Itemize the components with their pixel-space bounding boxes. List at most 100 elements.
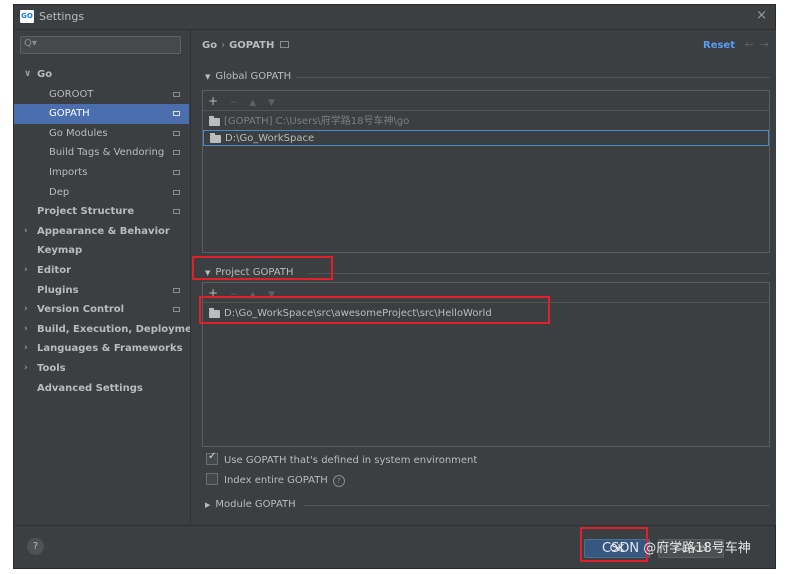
global-gopath-entry[interactable]: [GOPATH] C:\Users\府学路18号车神\go (203, 114, 769, 130)
close-icon[interactable]: × (756, 8, 767, 23)
project-scope-icon (173, 150, 180, 156)
sidebar-item-keymap[interactable]: Keymap (14, 241, 189, 261)
sidebar-item-label: Keymap (37, 245, 83, 257)
sidebar-item-languages-frameworks[interactable]: › Languages & Frameworks (14, 339, 189, 359)
sidebar-item-goroot[interactable]: GOROOT (14, 85, 189, 105)
sidebar-item-label: Go (37, 69, 53, 80)
sidebar-item-label: Project Structure (37, 206, 135, 218)
sidebar-item-tools[interactable]: › Tools (14, 359, 189, 379)
back-arrow-icon[interactable]: ← (745, 38, 754, 51)
reset-link[interactable]: Reset (703, 40, 735, 51)
sidebar-item-label: Advanced Settings (37, 382, 143, 394)
move-up-global-path-button[interactable]: ▲ (249, 98, 256, 108)
breadcrumb-gopath: GOPATH (229, 40, 275, 51)
settings-window: GO Settings × Q▾ ∨ Go GOROOT GOPATH Go Modul… (13, 4, 776, 569)
section-divider (303, 505, 770, 506)
project-scope-icon (280, 41, 290, 48)
breadcrumb-separator: › (221, 40, 226, 51)
sidebar-item-label: Dep (49, 186, 70, 198)
sidebar-item-label: GOPATH (49, 108, 90, 120)
project-scope-icon (173, 287, 180, 293)
chevron-right-icon[interactable]: › (24, 339, 28, 359)
sidebar-item-label: Build Tags & Vendoring (49, 147, 165, 159)
folder-icon (210, 133, 221, 143)
breadcrumb: Go › GOPATH (202, 40, 290, 51)
sidebar-item-plugins[interactable]: Plugins (14, 281, 189, 301)
sidebar-item-imports[interactable]: Imports (14, 163, 189, 183)
sidebar-item-go[interactable]: ∨ Go (14, 65, 189, 85)
remove-global-path-button[interactable]: − (230, 98, 238, 108)
project-scope-icon (173, 111, 180, 117)
global-gopath-list: [GOPATH] C:\Users\府学路18号车神\go D:\Go_Work… (203, 110, 769, 252)
global-gopath-toolbar: + − ▲ ▼ (208, 94, 283, 108)
checkbox-unchecked-icon[interactable] (206, 473, 218, 485)
sidebar-item-label: Tools (37, 362, 66, 374)
project-scope-icon (173, 209, 180, 215)
sidebar-item-label: GOROOT (49, 88, 94, 100)
highlight-project-gopath-entry (199, 296, 550, 324)
sidebar-item-label: Version Control (37, 304, 125, 316)
sidebar-item-go-modules[interactable]: Go Modules (14, 124, 189, 144)
section-divider (296, 77, 770, 78)
sidebar-item-advanced-settings[interactable]: Advanced Settings (14, 379, 189, 399)
sidebar-item-build-tags-vendoring[interactable]: Build Tags & Vendoring (14, 143, 189, 163)
index-entire-gopath-label: Index entire GOPATH (224, 475, 328, 486)
global-gopath-list-panel: + − ▲ ▼ [GOPATH] C:\Users\府学路18号车神\go D:… (202, 90, 770, 253)
chevron-right-icon[interactable]: › (24, 261, 28, 281)
chevron-right-icon[interactable]: › (24, 222, 28, 242)
sidebar-item-gopath[interactable]: GOPATH (14, 104, 189, 124)
sidebar-item-project-structure[interactable]: Project Structure (14, 202, 189, 222)
expand-triangle-icon: ▼ (205, 73, 211, 81)
goland-app-icon: GO (20, 10, 34, 23)
sidebar-item-label: Build, Execution, Deployment (37, 323, 204, 335)
global-gopath-entry-text: [GOPATH] C:\Users\府学路18号车神\go (224, 116, 410, 127)
sidebar-item-label: Editor (37, 264, 71, 276)
forward-arrow-icon[interactable]: → (760, 38, 769, 51)
settings-search-box[interactable]: Q▾ (20, 36, 181, 54)
window-title: Settings (39, 10, 85, 23)
sidebar-item-label: Appearance & Behavior (37, 225, 170, 237)
project-scope-icon (173, 307, 180, 313)
sidebar-item-dep[interactable]: Dep (14, 183, 189, 203)
sidebar-item-build-execution-deployment[interactable]: › Build, Execution, Deployment (14, 320, 204, 340)
project-scope-icon (173, 169, 180, 175)
move-down-global-path-button[interactable]: ▼ (268, 98, 275, 108)
highlight-project-gopath-header (192, 256, 333, 280)
sidebar-item-version-control[interactable]: › Version Control (14, 300, 189, 320)
help-icon[interactable]: ? (332, 475, 345, 487)
module-gopath-header[interactable]: ▶ Module GOPATH (205, 499, 296, 510)
title-bar: GO Settings × (14, 5, 775, 30)
settings-sidebar: Q▾ ∨ Go GOROOT GOPATH Go Modules Build Tags &… (14, 30, 204, 525)
settings-search-input[interactable] (39, 38, 181, 54)
sidebar-item-label: Imports (49, 166, 88, 178)
global-gopath-entry-text: D:\Go_WorkSpace (225, 133, 315, 144)
search-icon: Q▾ (24, 38, 37, 49)
collapsed-triangle-icon: ▶ (205, 501, 211, 509)
help-button[interactable]: ? (27, 538, 44, 555)
add-global-path-button[interactable]: + (208, 94, 218, 108)
chevron-down-icon[interactable]: ∨ (24, 65, 31, 85)
global-gopath-entry[interactable]: D:\Go_WorkSpace (203, 130, 769, 146)
sidebar-item-appearance-behavior[interactable]: › Appearance & Behavior (14, 222, 189, 242)
project-scope-icon (173, 91, 180, 97)
settings-tree: ∨ Go GOROOT GOPATH Go Modules Build Tags & Ve… (14, 65, 204, 399)
chevron-right-icon[interactable]: › (24, 300, 28, 320)
breadcrumb-go[interactable]: Go (202, 40, 217, 51)
index-entire-gopath-checkbox[interactable]: Index entire GOPATH? (206, 473, 345, 487)
use-system-gopath-checkbox[interactable]: Use GOPATH that's defined in system envi… (206, 451, 478, 466)
sidebar-item-label: Plugins (37, 284, 79, 296)
chevron-right-icon[interactable]: › (24, 359, 28, 379)
sidebar-item-label: Languages & Frameworks (37, 343, 183, 355)
section-divider (308, 273, 770, 274)
global-gopath-header[interactable]: ▼ Global GOPATH (205, 71, 291, 82)
project-scope-icon (173, 130, 180, 136)
global-gopath-title: Global GOPATH (215, 71, 292, 82)
checkbox-checked-icon[interactable] (206, 451, 218, 465)
folder-icon (209, 116, 220, 126)
project-scope-icon (173, 189, 180, 195)
sidebar-item-editor[interactable]: › Editor (14, 261, 189, 281)
chevron-right-icon[interactable]: › (24, 320, 28, 340)
csdn-watermark: CSDN @府学路18号车神 (602, 541, 751, 556)
sidebar-item-label: Go Modules (49, 127, 108, 139)
use-system-gopath-label: Use GOPATH that's defined in system envi… (224, 455, 478, 466)
